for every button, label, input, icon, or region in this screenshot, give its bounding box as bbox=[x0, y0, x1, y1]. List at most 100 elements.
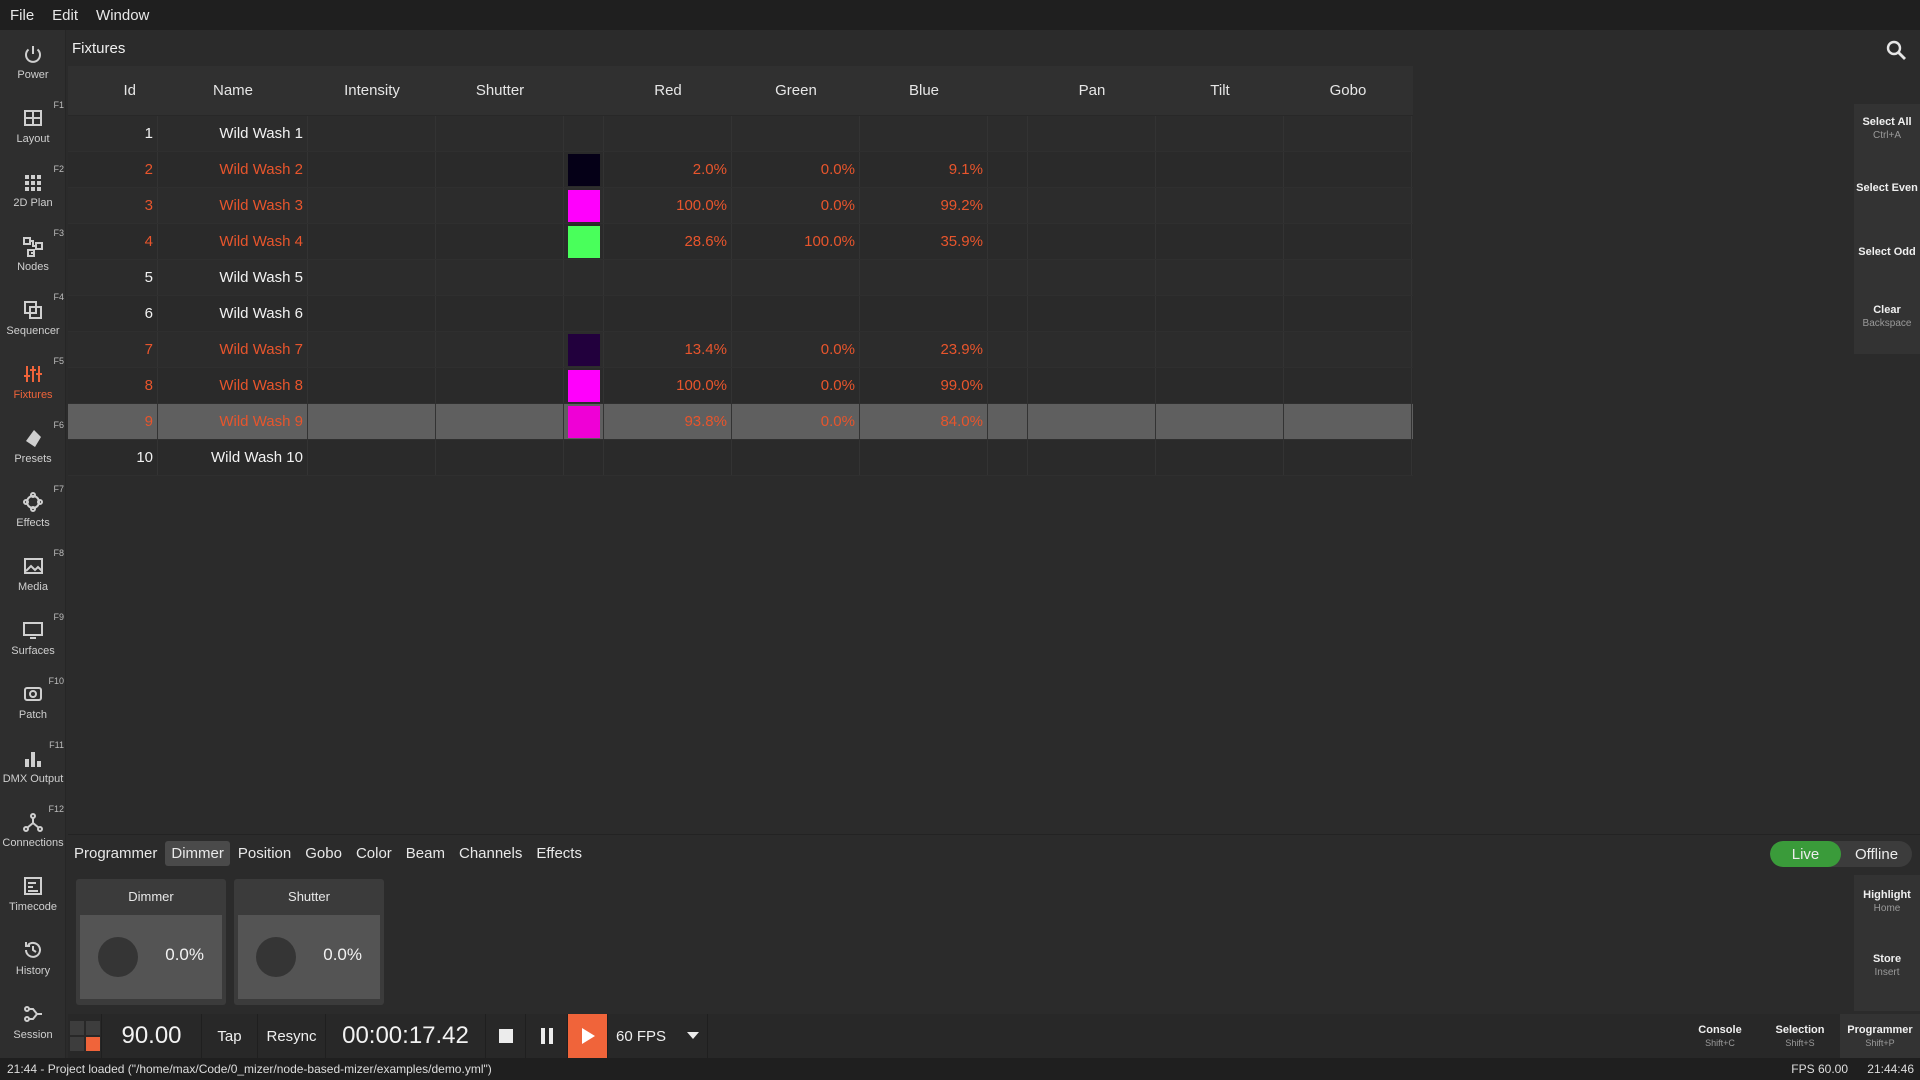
sidebar-item-media[interactable]: Media F8 bbox=[0, 542, 66, 606]
table-row[interactable]: 1 Wild Wash 1 bbox=[68, 116, 1413, 152]
sidebar-item-power[interactable]: Power bbox=[0, 30, 66, 94]
fader-body[interactable]: 0.0% bbox=[238, 915, 380, 999]
sidebar-item-patch[interactable]: Patch F10 bbox=[0, 670, 66, 734]
select-odd-button[interactable]: Select Odd bbox=[1854, 246, 1920, 258]
sidebar-item-dmx-output[interactable]: DMX Output F11 bbox=[0, 734, 66, 798]
cell-gobo bbox=[1284, 332, 1412, 367]
select-all-button[interactable]: Select All Ctrl+A bbox=[1854, 116, 1920, 141]
select-even-button[interactable]: Select Even bbox=[1854, 182, 1920, 194]
resync-button[interactable]: Resync bbox=[258, 1014, 326, 1058]
cell-pan bbox=[1028, 116, 1156, 151]
table-row[interactable]: 3 Wild Wash 3 100.0% 0.0% 99.2% bbox=[68, 188, 1413, 224]
menu-file[interactable]: File bbox=[10, 7, 34, 24]
fps-readout: FPS 60.00 bbox=[1791, 1062, 1848, 1076]
col-gobo[interactable]: Gobo bbox=[1284, 82, 1412, 99]
col-id[interactable]: Id bbox=[123, 82, 136, 99]
col-intensity[interactable]: Intensity bbox=[308, 82, 436, 99]
clock: 21:44:46 bbox=[1867, 1062, 1914, 1076]
table-row[interactable]: 7 Wild Wash 7 13.4% 0.0% 23.9% bbox=[68, 332, 1413, 368]
cell-red bbox=[604, 440, 732, 475]
table-row[interactable]: 2 Wild Wash 2 2.0% 0.0% 9.1% bbox=[68, 152, 1413, 188]
sidebar-item-fixtures[interactable]: Fixtures F5 bbox=[0, 350, 66, 414]
sidebar-item-label: Fixtures bbox=[13, 389, 53, 401]
tab-color[interactable]: Color bbox=[350, 841, 398, 866]
store-button[interactable]: Store Insert bbox=[1854, 953, 1920, 978]
table-row[interactable]: 6 Wild Wash 6 bbox=[68, 296, 1413, 332]
table-row[interactable]: 9 Wild Wash 9 93.8% 0.0% 84.0% bbox=[68, 404, 1413, 440]
dimmer-fader[interactable]: Dimmer 0.0% bbox=[76, 879, 226, 1005]
live-option[interactable]: Live bbox=[1770, 841, 1841, 867]
search-icon[interactable] bbox=[1884, 38, 1908, 62]
col-name[interactable]: Name bbox=[158, 82, 308, 99]
selection-label: Selection bbox=[1775, 1024, 1825, 1036]
tab-beam[interactable]: Beam bbox=[400, 841, 451, 866]
sidebar-item-timecode[interactable]: Timecode bbox=[0, 862, 66, 926]
sidebar-item-surfaces[interactable]: Surfaces F9 bbox=[0, 606, 66, 670]
col-red[interactable]: Red bbox=[604, 82, 732, 99]
col-tilt[interactable]: Tilt bbox=[1156, 82, 1284, 99]
menu-window[interactable]: Window bbox=[96, 7, 149, 24]
tab-dimmer[interactable]: Dimmer bbox=[165, 840, 230, 866]
tab-effects[interactable]: Effects bbox=[530, 841, 588, 866]
layout-grid-icon[interactable] bbox=[68, 1014, 102, 1058]
col-shutter[interactable]: Shutter bbox=[436, 82, 564, 99]
shutter-fader[interactable]: Shutter 0.0% bbox=[234, 879, 384, 1005]
chevron-down-icon[interactable] bbox=[678, 1014, 708, 1058]
sidebar-item-history[interactable]: History bbox=[0, 926, 66, 990]
col-green[interactable]: Green bbox=[732, 82, 860, 99]
sidebar-item-presets[interactable]: Presets F6 bbox=[0, 414, 66, 478]
stop-icon[interactable] bbox=[486, 1014, 526, 1058]
pause-icon[interactable] bbox=[526, 1014, 568, 1058]
table-row[interactable]: 5 Wild Wash 5 bbox=[68, 260, 1413, 296]
selection-tab[interactable]: Selection Shift+S bbox=[1770, 1014, 1830, 1058]
fader-body[interactable]: 0.0% bbox=[80, 915, 222, 999]
clear-button[interactable]: Clear Backspace bbox=[1854, 304, 1920, 329]
shortcut-key: F12 bbox=[48, 804, 64, 814]
sidebar-item-session[interactable]: Session bbox=[0, 990, 66, 1054]
col-pan[interactable]: Pan bbox=[1028, 82, 1156, 99]
sidebar-item-label: Session bbox=[13, 1029, 53, 1041]
play-icon[interactable] bbox=[568, 1014, 608, 1058]
cell-color-swatch bbox=[564, 332, 604, 367]
sidebar-item-2d-plan[interactable]: 2D Plan F2 bbox=[0, 158, 66, 222]
table-row[interactable]: 4 Wild Wash 4 28.6% 100.0% 35.9% bbox=[68, 224, 1413, 260]
cell-blue: 99.0% bbox=[860, 368, 988, 403]
fader-knob[interactable] bbox=[98, 937, 138, 977]
tap-button[interactable]: Tap bbox=[202, 1014, 258, 1058]
panel-title: Fixtures bbox=[72, 40, 126, 57]
fader-knob[interactable] bbox=[256, 937, 296, 977]
live-offline-toggle[interactable]: Live Offline bbox=[1770, 841, 1912, 867]
sidebar-item-connections[interactable]: Connections F12 bbox=[0, 798, 66, 862]
timecode-display: 00:00:17.42 bbox=[326, 1014, 486, 1058]
programmer-tabs: Programmer Dimmer Position Gobo Color Beam Cha… bbox=[68, 839, 590, 867]
offline-option[interactable]: Offline bbox=[1841, 841, 1912, 867]
programmer-tab[interactable]: Programmer Shift+P bbox=[1840, 1014, 1920, 1058]
tab-programmer[interactable]: Programmer bbox=[68, 841, 163, 866]
cell-shutter bbox=[436, 332, 564, 367]
bpm-display[interactable]: 90.00 bbox=[102, 1014, 202, 1058]
menu-edit[interactable]: Edit bbox=[52, 7, 78, 24]
sidebar-item-layout[interactable]: Layout F1 bbox=[0, 94, 66, 158]
cell-tilt bbox=[1156, 152, 1284, 187]
store-shortcut: Insert bbox=[1874, 967, 1900, 978]
sidebar-item-effects[interactable]: Effects F7 bbox=[0, 478, 66, 542]
cell-gobo bbox=[1284, 152, 1412, 187]
fps-select[interactable]: 60 FPS bbox=[608, 1014, 678, 1058]
tab-position[interactable]: Position bbox=[232, 841, 297, 866]
cell-red: 100.0% bbox=[604, 188, 732, 223]
cell-pan bbox=[1028, 260, 1156, 295]
console-tab[interactable]: Console Shift+C bbox=[1690, 1014, 1750, 1058]
sidebar-item-nodes[interactable]: Nodes F3 bbox=[0, 222, 66, 286]
fader-label: Dimmer bbox=[128, 889, 174, 904]
cell-blue: 9.1% bbox=[860, 152, 988, 187]
tab-gobo[interactable]: Gobo bbox=[299, 841, 348, 866]
action-label: Clear bbox=[1873, 304, 1901, 316]
col-blue[interactable]: Blue bbox=[860, 82, 988, 99]
sidebar-item-sequencer[interactable]: Sequencer F4 bbox=[0, 286, 66, 350]
table-row[interactable]: 10 Wild Wash 10 bbox=[68, 440, 1413, 476]
table-row[interactable]: 8 Wild Wash 8 100.0% 0.0% 99.0% bbox=[68, 368, 1413, 404]
tab-channels[interactable]: Channels bbox=[453, 841, 528, 866]
cell-shutter bbox=[436, 152, 564, 187]
highlight-button[interactable]: Highlight Home bbox=[1854, 889, 1920, 914]
cell-name: Wild Wash 3 bbox=[158, 188, 308, 223]
